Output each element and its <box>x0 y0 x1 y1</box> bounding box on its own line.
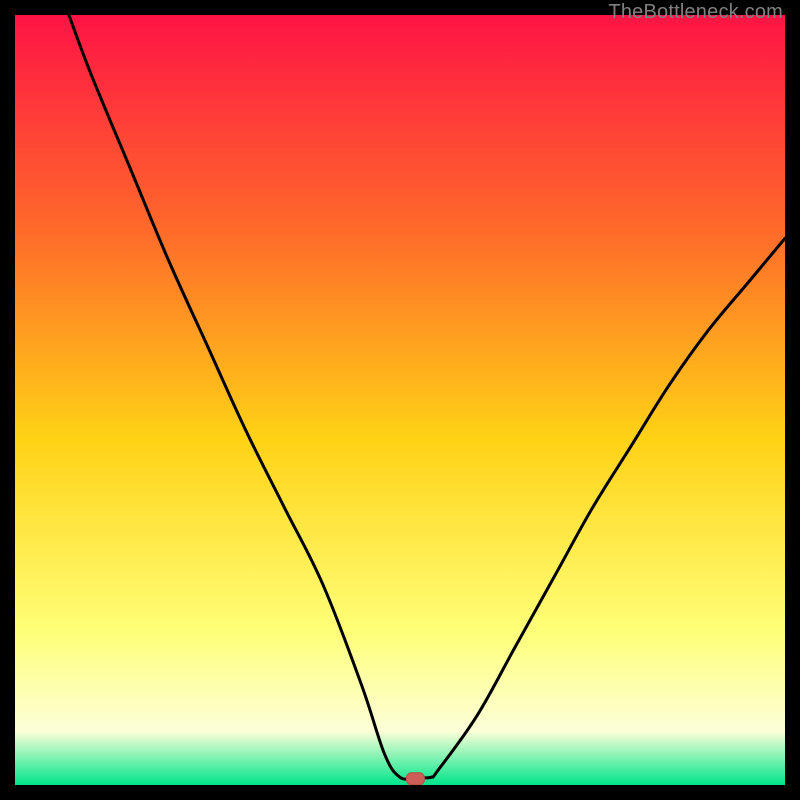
chart-frame: TheBottleneck.com <box>0 0 800 800</box>
plot-area <box>15 15 785 785</box>
gradient-background <box>15 15 785 785</box>
bottleneck-chart <box>15 15 785 785</box>
optimal-marker <box>406 773 424 785</box>
watermark-text: TheBottleneck.com <box>608 1 783 24</box>
